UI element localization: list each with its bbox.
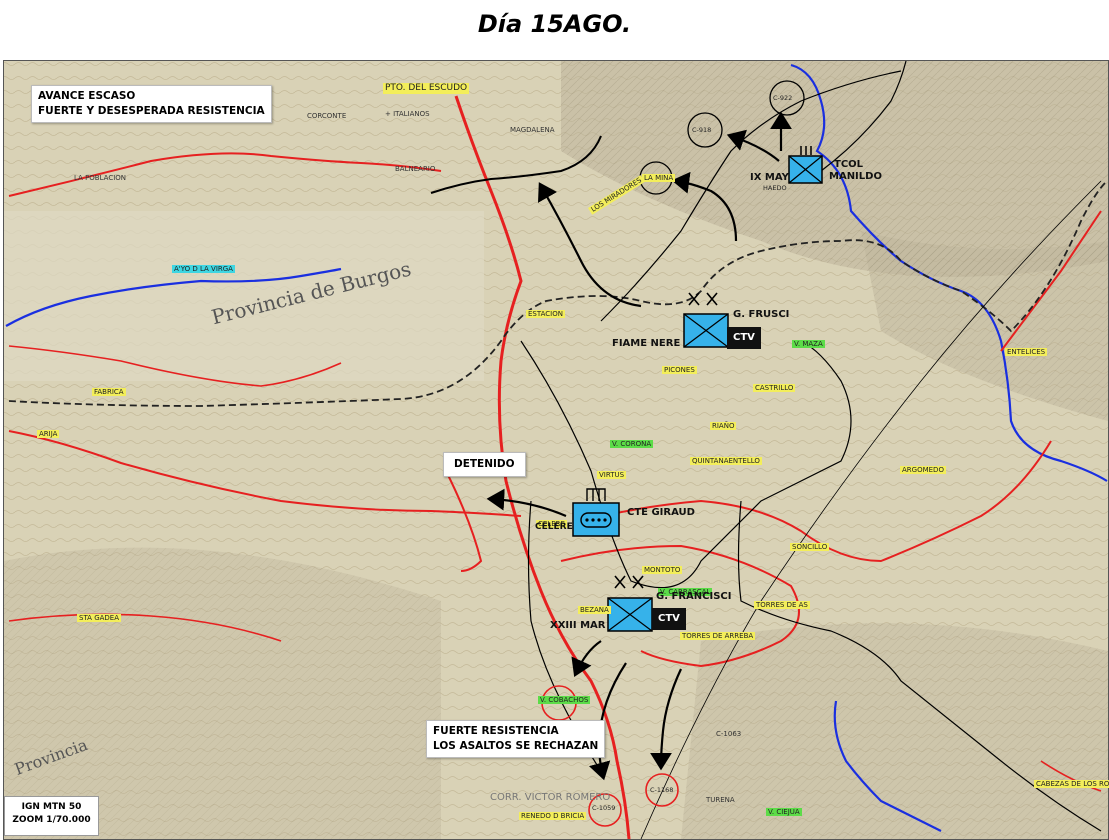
note-detenido: DETENIDO: [443, 452, 526, 477]
place-virtus: VIRTUS: [597, 471, 627, 479]
place-estacion: ESTACION: [526, 310, 565, 318]
label-c922: C-922: [773, 94, 793, 102]
terrain-light-band: [4, 211, 484, 381]
place-bezana: BEZANA: [578, 606, 611, 614]
place-sta-gadea: STA GADEA: [77, 614, 122, 622]
unit-label-xxiii-mar: XXIII MAR: [550, 620, 606, 631]
unit-label-celere: CELERE: [535, 522, 573, 532]
place-torres-de-a: TORRES DE AS: [754, 601, 810, 609]
unit-label-g-francisci: G. FRANCISCI: [656, 591, 732, 602]
unit-label-cte-giraud: CTE GIRAUD: [627, 507, 695, 518]
place-turena: TURENA: [706, 796, 735, 804]
unit-tag-ctv-top: CTV: [727, 327, 761, 349]
note-line-1: AVANCE ESCASO: [38, 90, 136, 102]
place-corconte: CORCONTE: [307, 112, 347, 120]
note-line-2: LOS ASALTOS SE RECHAZAN: [433, 740, 599, 752]
scale-legend: IGN MTN 50 ZOOM 1/70.000: [4, 796, 99, 836]
place-entrelices: ENTELICES: [1005, 348, 1048, 356]
note-avance-escaso: AVANCE ESCASO FUERTE Y DESESPERADA RESIS…: [31, 85, 272, 123]
scale-line-1: IGN MTN 50: [21, 802, 82, 812]
place-v-corona: V. CORONA: [610, 440, 654, 448]
place-torres-de-arreba: TORRES DE ARREBA: [680, 632, 756, 640]
place-magdalena: MAGDALENA: [510, 126, 555, 134]
place-pto-escudo: PTO. DEL ESCUDO: [383, 83, 470, 94]
place-v-maza: V. MAZA: [792, 340, 825, 348]
place-soncillo: SONCILLO: [790, 543, 830, 551]
label-c1168: C-1168: [650, 786, 674, 794]
unit-label-g-frusci: G. FRUSCI: [733, 309, 790, 320]
unit-label-manildo-name: MANILDO: [829, 171, 882, 182]
unit-label-ix-may: IX MAY: [750, 172, 789, 183]
place-cabezas: CABEZAS DE LOS RO: [1034, 780, 1109, 788]
unit-tag-ctv-bottom: CTV: [652, 608, 686, 630]
scale-line-2: ZOOM 1/70.000: [12, 815, 91, 825]
place-castrillo: CASTRILLO: [753, 384, 796, 392]
place-c1063: C-1063: [716, 730, 742, 738]
place-arija: ARIJA: [37, 430, 60, 438]
place-v-ciejua: V. CIEJUA: [766, 808, 802, 816]
place-renedo: RENEDO D BRICIA: [519, 812, 587, 820]
place-montoto: MONTOTO: [642, 566, 683, 574]
unit-label-manildo: TCOL MANILDO: [829, 159, 882, 183]
place-balneario: BALNEARIO: [395, 165, 436, 173]
note-line-2: FUERTE Y DESESPERADA RESISTENCIA: [38, 105, 265, 117]
place-arroyo-virga: A'YO D LA VIRGA: [172, 265, 235, 273]
note-fuerte-resistencia: FUERTE RESISTENCIA LOS ASALTOS SE RECHAZ…: [426, 720, 606, 758]
place-v-cobachos: V. COBACHOS: [538, 696, 591, 704]
place-cruz-victor: CORR. VICTOR ROMERO: [490, 792, 611, 803]
unit-label-fiame-nere: FIAME NERE: [612, 338, 681, 349]
place-riano: RIAÑO: [710, 422, 737, 430]
note-line-1: FUERTE RESISTENCIA: [433, 725, 559, 737]
place-italianos: + ITALIANOS: [385, 110, 430, 118]
place-argomedo: ARGOMEDO: [900, 466, 946, 474]
place-la-poblacion: LA POBLACION: [74, 174, 127, 182]
place-quintanaentello: QUINTANAENTELLO: [690, 457, 762, 465]
label-c918: C-918: [692, 126, 712, 134]
label-c1059: C-1059: [592, 804, 616, 812]
map-title: Día 15AGO.: [477, 10, 632, 38]
place-la-mina: LA MINA: [642, 174, 676, 182]
place-picones: PICONES: [662, 366, 697, 374]
place-fabrica: FABRICA: [92, 388, 126, 396]
label-haedo: HAEDO: [763, 184, 787, 192]
unit-label-tcol: TCOL: [834, 159, 864, 170]
